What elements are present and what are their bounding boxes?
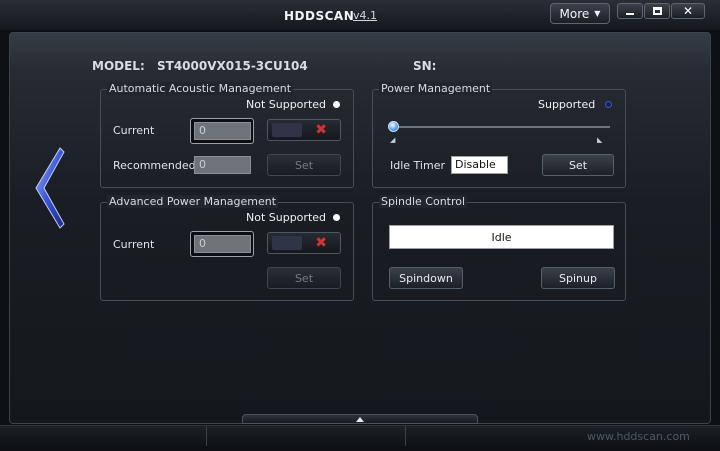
- aam-clear-control[interactable]: ✖: [267, 119, 341, 141]
- slider-min-tick-icon: ◢: [390, 136, 396, 144]
- version-link[interactable]: v4.1: [353, 9, 377, 22]
- power-set-button[interactable]: Set: [542, 154, 614, 176]
- aam-group: Automatic Acoustic Management Not Suppor…: [100, 82, 354, 188]
- apm-value-indicator: [272, 236, 302, 250]
- aam-value-indicator: [272, 123, 302, 137]
- status-bar: www.hddscan.com: [0, 425, 720, 451]
- close-button[interactable]: ✕: [671, 3, 705, 19]
- maximize-icon: [652, 7, 662, 15]
- apm-set-button[interactable]: Set: [267, 267, 341, 289]
- aam-current-label: Current: [113, 124, 155, 137]
- sn-label: SN:: [413, 59, 437, 73]
- more-button[interactable]: More ▼: [550, 3, 610, 24]
- apm-status: Not Supported: [246, 211, 327, 224]
- app-title: HDDSCAN: [284, 9, 355, 23]
- spindle-control-title: Spindle Control: [379, 195, 468, 208]
- close-icon: ✕: [682, 4, 694, 18]
- power-management-group: Power Management Supported ◢ ◣ Idle Time…: [372, 82, 626, 188]
- power-status: Supported: [538, 98, 596, 111]
- apm-title: Advanced Power Management: [107, 195, 279, 208]
- minimize-icon: [626, 13, 634, 15]
- status-divider: [405, 426, 406, 446]
- minimize-button[interactable]: [617, 3, 643, 19]
- website-link[interactable]: www.hddscan.com: [587, 430, 690, 443]
- back-arrow-icon[interactable]: [34, 146, 66, 230]
- clear-x-icon[interactable]: ✖: [315, 234, 327, 252]
- clear-x-icon[interactable]: ✖: [315, 121, 327, 139]
- model-value: ST4000VX015-3CU104: [157, 59, 308, 73]
- aam-status-dot: [333, 101, 340, 108]
- idle-timer-select[interactable]: Disable: [451, 156, 508, 174]
- spinup-button[interactable]: Spinup: [541, 267, 615, 289]
- spindown-button[interactable]: Spindown: [389, 267, 463, 289]
- power-management-title: Power Management: [379, 82, 493, 95]
- title-bar: HDDSCAN v4.1 More ▼ ✕: [0, 0, 720, 30]
- slider-max-tick-icon: ◣: [597, 136, 603, 144]
- chevron-down-icon: ▼: [594, 9, 601, 18]
- maximize-button[interactable]: [644, 3, 670, 19]
- power-slider-thumb[interactable]: [388, 121, 399, 132]
- apm-group: Advanced Power Management Not Supported …: [100, 195, 354, 301]
- aam-current-input[interactable]: 0: [194, 122, 251, 140]
- spindle-state-display: Idle: [389, 225, 614, 249]
- apm-current-label: Current: [113, 238, 155, 251]
- apm-status-dot: [333, 214, 340, 221]
- aam-recommended-input: 0: [194, 156, 251, 174]
- aam-status: Not Supported: [246, 98, 327, 111]
- spindle-control-group: Spindle Control Idle Spindown Spinup: [372, 195, 626, 301]
- features-panel: MODEL: ST4000VX015-3CU104 SN: Automatic …: [9, 32, 711, 424]
- status-divider: [206, 426, 207, 446]
- apm-clear-control[interactable]: ✖: [267, 232, 341, 254]
- aam-set-button[interactable]: Set: [267, 154, 341, 176]
- more-button-label: More: [559, 6, 590, 21]
- model-label: MODEL:: [92, 59, 145, 73]
- apm-current-input[interactable]: 0: [194, 235, 251, 253]
- power-status-dot: [605, 101, 612, 108]
- idle-timer-label: Idle Timer: [390, 159, 445, 172]
- chevron-up-icon: [356, 416, 364, 422]
- expand-panel-handle[interactable]: [242, 414, 478, 424]
- aam-recommended-label: Recommended: [113, 159, 196, 172]
- power-slider-track[interactable]: [393, 126, 610, 128]
- aam-title: Automatic Acoustic Management: [107, 82, 294, 95]
